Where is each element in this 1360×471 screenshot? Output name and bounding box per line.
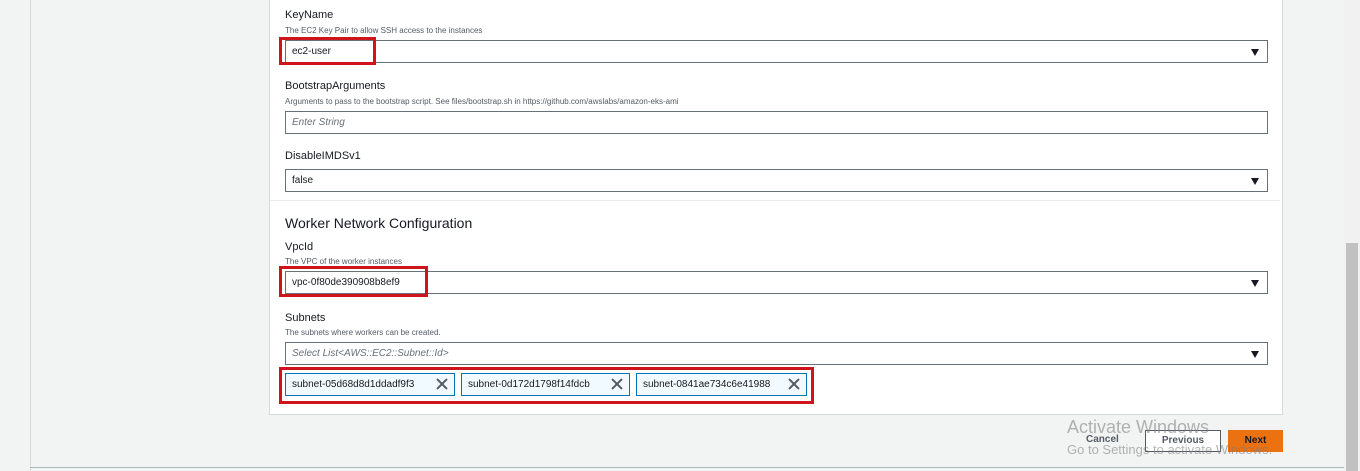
bootstrap-arguments-description: Arguments to pass to the bootstrap scrip… (285, 97, 679, 106)
bootstrap-arguments-label: BootstrapArguments (285, 80, 386, 92)
subnet-chip: subnet-0841ae734c6e41988 (636, 373, 807, 396)
caret-down-icon (1251, 280, 1259, 287)
parameters-panel: KeyName The EC2 Key Pair to allow SSH ac… (269, 0, 1283, 415)
keyname-select[interactable]: ec2-user (285, 40, 1268, 63)
subnet-chip: subnet-0d172d1798f14fdcb (461, 373, 630, 396)
page-left-border (30, 0, 31, 471)
page-scrollbar[interactable] (1344, 0, 1360, 471)
subnet-chip-label: subnet-0d172d1798f14fdcb (468, 379, 590, 390)
subnets-label: Subnets (285, 312, 326, 324)
subnets-description: The subnets where workers can be created… (285, 328, 441, 337)
worker-network-title: Worker Network Configuration (285, 215, 473, 231)
disable-imdsv1-value: false (292, 175, 314, 186)
section-divider (270, 200, 1280, 201)
close-icon[interactable] (611, 378, 623, 390)
bootstrap-arguments-placeholder: Enter String (292, 117, 345, 128)
activate-windows-watermark: Activate Windows (1067, 417, 1210, 437)
close-icon[interactable] (436, 378, 448, 390)
vpcid-select[interactable]: vpc-0f80de390908b8ef9 (285, 271, 1268, 294)
keyname-description: The EC2 Key Pair to allow SSH access to … (285, 26, 483, 35)
caret-down-icon (1251, 178, 1259, 185)
bootstrap-arguments-input[interactable]: Enter String (285, 111, 1268, 134)
scrollbar-thumb[interactable] (1346, 243, 1358, 471)
subnets-placeholder: Select List<AWS::EC2::Subnet::Id> (292, 348, 449, 359)
keyname-label: KeyName (285, 9, 334, 21)
activate-windows-subtext: Go to Settings to activate Windows. (1067, 442, 1273, 457)
disable-imdsv1-label: DisableIMDSv1 (285, 150, 361, 162)
subnet-chip: subnet-05d68d8d1ddadf9f3 (285, 373, 455, 396)
subnet-chip-label: subnet-0841ae734c6e41988 (643, 379, 771, 390)
subnet-chip-label: subnet-05d68d8d1ddadf9f3 (292, 379, 415, 390)
vpcid-label: VpcId (285, 241, 314, 253)
disable-imdsv1-select[interactable]: false (285, 169, 1268, 192)
caret-down-icon (1251, 351, 1259, 358)
vpcid-description: The VPC of the worker instances (285, 257, 402, 266)
subnets-select[interactable]: Select List<AWS::EC2::Subnet::Id> (285, 342, 1268, 365)
vpcid-value: vpc-0f80de390908b8ef9 (292, 277, 400, 288)
close-icon[interactable] (788, 378, 800, 390)
footer-divider (30, 467, 1344, 468)
caret-down-icon (1251, 49, 1259, 56)
keyname-value: ec2-user (292, 46, 331, 57)
